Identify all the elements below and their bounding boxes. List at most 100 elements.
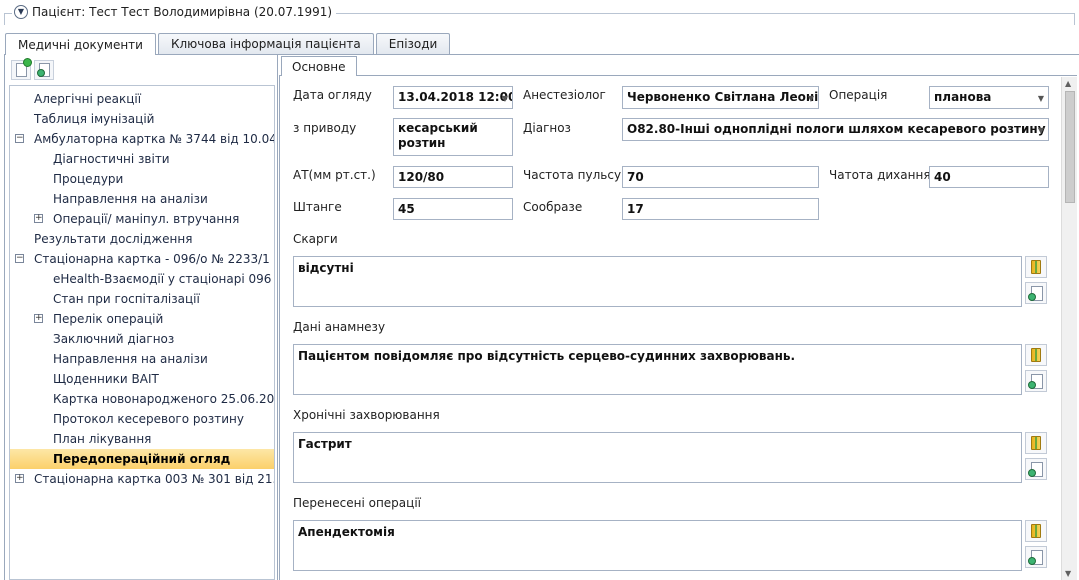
tree-item[interactable]: − Амбулаторна картка № 3744 від 10.04.202… bbox=[10, 129, 274, 149]
complaints-textarea[interactable]: відсутні bbox=[293, 256, 1022, 307]
tree-item-label: Картка новонародженого 25.06.2020 11: bbox=[53, 392, 274, 406]
tree-item[interactable]: + Операції/ маніпул. втручання bbox=[10, 209, 274, 229]
chronic-textarea[interactable]: Гастрит bbox=[293, 432, 1022, 483]
bp-value: 120/80 bbox=[398, 170, 445, 184]
scroll-up-icon[interactable]: ▲ bbox=[1065, 79, 1071, 88]
tree-item[interactable]: Алергічні реакції bbox=[10, 89, 274, 109]
tab-main[interactable]: Основне bbox=[281, 56, 357, 76]
collapse-chevron-icon[interactable]: ▼ bbox=[14, 5, 28, 19]
tree-item[interactable]: План лікування bbox=[10, 429, 274, 449]
collapse-icon[interactable]: − bbox=[15, 134, 24, 143]
chronic-template-button[interactable] bbox=[1025, 432, 1047, 454]
add-icon bbox=[23, 58, 32, 67]
pulse-label: Частота пульсу bbox=[523, 168, 622, 182]
reason-label: з приводу bbox=[293, 121, 357, 135]
link-icon bbox=[37, 69, 45, 77]
tree-item-label: eHealth-Взаємодії у стаціонарі 096 bbox=[53, 272, 272, 286]
tree-item[interactable]: + Перелік операцій bbox=[10, 309, 274, 329]
patient-header: ▼ Пацієнт: Тест Тест Володимирівна (20.0… bbox=[4, 3, 1075, 25]
complaints-value: відсутні bbox=[298, 261, 354, 275]
chronic-document-button[interactable] bbox=[1025, 458, 1047, 480]
tree-item[interactable]: Стан при госпіталізації bbox=[10, 289, 274, 309]
expand-icon[interactable]: + bbox=[15, 474, 24, 483]
anesthesiologist-label: Анестезіолог bbox=[523, 88, 606, 102]
tree-item-label: Протокол кесеревого розтину bbox=[53, 412, 244, 426]
stange-input[interactable]: 45 bbox=[393, 198, 513, 220]
dropdown-arrow-icon[interactable]: ▼ bbox=[502, 91, 508, 106]
pulse-input[interactable]: 70 bbox=[622, 166, 819, 188]
complaints-label: Скарги bbox=[293, 232, 338, 246]
past-ops-document-button[interactable] bbox=[1025, 546, 1047, 568]
bp-input[interactable]: 120/80 bbox=[393, 166, 513, 188]
anamnesis-template-button[interactable] bbox=[1025, 344, 1047, 366]
patient-title: Пацієнт: Тест Тест Володимирівна (20.07.… bbox=[32, 5, 333, 19]
scroll-down-icon[interactable]: ▼ bbox=[1065, 569, 1071, 578]
tree-item-label: Передопераційний огляд bbox=[53, 452, 231, 466]
tab-label: Основне bbox=[292, 59, 346, 74]
tree-item[interactable]: Протокол кесеревого розтину bbox=[10, 409, 274, 429]
open-document-button[interactable] bbox=[34, 60, 54, 80]
resp-input[interactable]: 40 bbox=[929, 166, 1049, 188]
diagnosis-label: Діагноз bbox=[523, 121, 571, 135]
tree-item[interactable]: Заключний діагноз bbox=[10, 329, 274, 349]
anamnesis-textarea[interactable]: Пацієнтом повідомляє про відсутність сер… bbox=[293, 344, 1022, 395]
tab-label: Ключова інформація пацієнта bbox=[170, 37, 361, 51]
tree-item[interactable]: + Стаціонарна картка 003 № 301 від 21.01.… bbox=[10, 469, 274, 489]
tree-item[interactable]: Діагностичні звіти bbox=[10, 149, 274, 169]
tree-item[interactable]: Направлення на аналізи bbox=[10, 349, 274, 369]
tree-item[interactable]: Таблиця імунізацій bbox=[10, 109, 274, 129]
tree-item[interactable]: Процедури bbox=[10, 169, 274, 189]
tree-item[interactable]: Направлення на аналізи bbox=[10, 189, 274, 209]
anesthesiologist-select[interactable]: Червоненко Світлана Леоніді ▼ bbox=[622, 86, 819, 109]
chronic-label: Хронічні захворювання bbox=[293, 408, 440, 422]
anamnesis-document-button[interactable] bbox=[1025, 370, 1047, 392]
reason-field[interactable]: кесарський розтин bbox=[393, 118, 513, 156]
tree-item[interactable]: eHealth-Взаємодії у стаціонарі 096 bbox=[10, 269, 274, 289]
tree-item[interactable]: Результати дослідження bbox=[10, 229, 274, 249]
dropdown-arrow-icon[interactable]: ▼ bbox=[1038, 91, 1044, 106]
header-divider-left bbox=[4, 13, 5, 25]
dropdown-arrow-icon[interactable]: ▼ bbox=[1038, 123, 1044, 138]
past-ops-label: Перенесені операції bbox=[293, 496, 421, 510]
tab-medical-documents[interactable]: Медичні документи bbox=[5, 33, 156, 55]
diagnosis-select[interactable]: O82.80-Інші одноплідні пологи шляхом кес… bbox=[622, 118, 1049, 141]
link-icon bbox=[1028, 293, 1036, 301]
complaints-document-button[interactable] bbox=[1025, 282, 1047, 304]
chronic-value: Гастрит bbox=[298, 437, 352, 451]
anamnesis-value: Пацієнтом повідомляє про відсутність сер… bbox=[298, 349, 796, 363]
stange-label: Штанге bbox=[293, 200, 342, 214]
documents-panel: Алергічні реакції Таблиця імунізацій − Ам… bbox=[4, 55, 278, 580]
expand-icon[interactable]: + bbox=[34, 314, 43, 323]
exam-date-field[interactable]: 13.04.2018 12:00 ▼ bbox=[393, 86, 513, 109]
link-icon bbox=[1028, 469, 1036, 477]
dropdown-arrow-icon[interactable]: ▼ bbox=[808, 91, 814, 106]
tree-item-label: Амбулаторна картка № 3744 від 10.04.2020 bbox=[34, 132, 274, 146]
operation-value: планова bbox=[934, 90, 992, 104]
tree-item[interactable]: Щоденники ВАІТ bbox=[10, 369, 274, 389]
operation-select[interactable]: планова ▼ bbox=[929, 86, 1049, 109]
complaints-template-button[interactable] bbox=[1025, 256, 1047, 278]
patient-title-group: ▼ Пацієнт: Тест Тест Володимирівна (20.0… bbox=[12, 5, 337, 19]
tree-item-label: Таблиця імунізацій bbox=[34, 112, 155, 126]
exam-date-value: 13.04.2018 12:00 bbox=[398, 90, 513, 104]
resp-label: Чатота дихання bbox=[829, 168, 931, 182]
form-scrollbar[interactable]: ▲ ▼ bbox=[1061, 77, 1077, 580]
diagnosis-value: O82.80-Інші одноплідні пологи шляхом кес… bbox=[627, 122, 1046, 136]
tree-item-label: Стаціонарна картка 003 № 301 від 21.01.2… bbox=[34, 472, 274, 486]
past-ops-textarea[interactable]: Апендектомія bbox=[293, 520, 1022, 571]
documents-toolbar bbox=[5, 55, 277, 85]
scroll-thumb[interactable] bbox=[1065, 91, 1075, 203]
tree-item-label: Діагностичні звіти bbox=[53, 152, 170, 166]
stange-value: 45 bbox=[398, 202, 415, 216]
tab-episodes[interactable]: Епізоди bbox=[375, 33, 451, 54]
past-ops-template-button[interactable] bbox=[1025, 520, 1047, 542]
tree-item-selected[interactable]: Передопераційний огляд bbox=[10, 449, 274, 469]
tree-item[interactable]: Картка новонародженого 25.06.2020 11: bbox=[10, 389, 274, 409]
tree-item[interactable]: − Стаціонарна картка - 096/о № 2233/1 від… bbox=[10, 249, 274, 269]
collapse-icon[interactable]: − bbox=[15, 254, 24, 263]
expand-icon[interactable]: + bbox=[34, 214, 43, 223]
add-document-button[interactable] bbox=[11, 58, 32, 80]
book-icon bbox=[1031, 436, 1041, 450]
sobraze-input[interactable]: 17 bbox=[622, 198, 819, 220]
tab-key-patient-info[interactable]: Ключова інформація пацієнта bbox=[157, 33, 374, 54]
